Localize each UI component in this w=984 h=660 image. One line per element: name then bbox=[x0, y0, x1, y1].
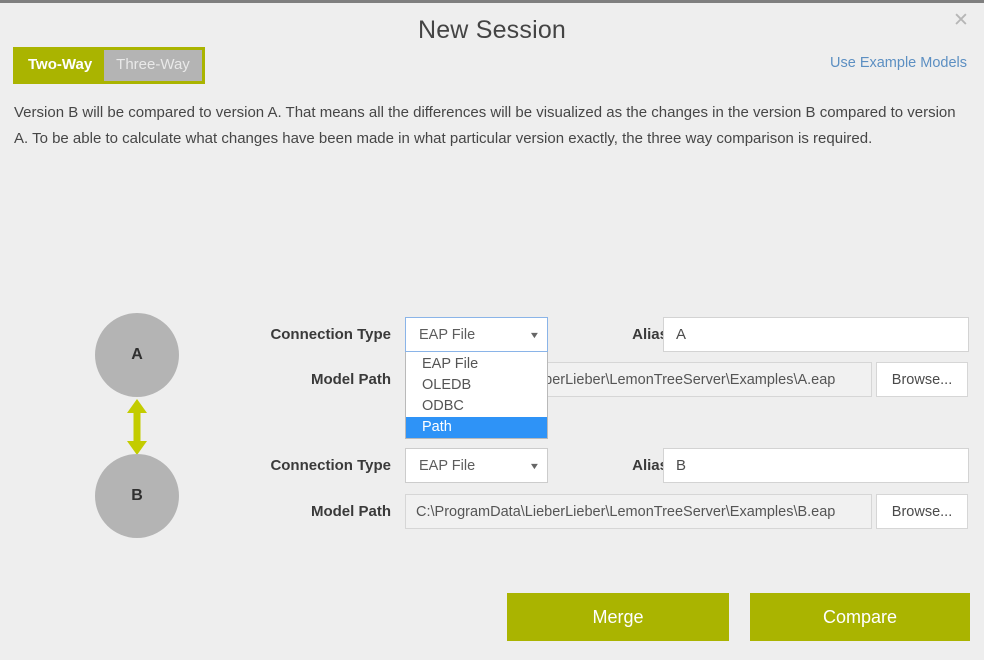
connection-type-dropdown-list[interactable]: EAP File OLEDB ODBC Path bbox=[405, 352, 548, 439]
browse-button-a[interactable]: Browse... bbox=[876, 362, 968, 397]
label-model-path-b: Model Path bbox=[310, 503, 391, 520]
description-text: Version B will be compared to version A.… bbox=[14, 104, 956, 147]
label-connection-type-a: Connection Type bbox=[270, 326, 391, 343]
compare-button[interactable]: Compare bbox=[750, 593, 970, 641]
alias-input-b[interactable] bbox=[663, 448, 969, 483]
connection-type-select-a-value: EAP File bbox=[419, 326, 476, 343]
connection-type-select-b[interactable]: EAP File ▼ bbox=[405, 448, 548, 483]
dropdown-option-path[interactable]: Path bbox=[406, 417, 547, 438]
model-path-input-b[interactable] bbox=[405, 494, 872, 529]
dropdown-option-oledb[interactable]: OLEDB bbox=[406, 375, 547, 396]
merge-button[interactable]: Merge bbox=[507, 593, 729, 641]
chevron-down-icon: ▼ bbox=[528, 460, 541, 471]
version-relationship-graphic: A B bbox=[95, 313, 181, 543]
chevron-down-icon: ▼ bbox=[528, 329, 541, 340]
connection-type-select-a[interactable]: EAP File ▼ bbox=[405, 317, 548, 352]
version-a-node: A bbox=[95, 313, 179, 397]
connection-type-select-b-value: EAP File bbox=[419, 457, 476, 474]
window-top-border bbox=[0, 0, 984, 3]
label-model-path-a: Model Path bbox=[310, 371, 391, 388]
mode-tab-group: Two-Way Three-Way bbox=[13, 47, 205, 84]
label-alias-a: Alias bbox=[632, 326, 668, 343]
dropdown-option-eap-file[interactable]: EAP File bbox=[406, 354, 547, 375]
label-alias-b: Alias bbox=[632, 457, 668, 474]
tab-three-way[interactable]: Three-Way bbox=[104, 50, 202, 81]
dropdown-option-odbc[interactable]: ODBC bbox=[406, 396, 547, 417]
two-way-arrow-icon bbox=[127, 399, 147, 455]
browse-button-b[interactable]: Browse... bbox=[876, 494, 968, 529]
label-connection-type-b: Connection Type bbox=[270, 457, 391, 474]
close-icon[interactable]: ✕ bbox=[948, 8, 974, 34]
page-title: New Session bbox=[417, 16, 567, 44]
alias-input-a[interactable] bbox=[663, 317, 969, 352]
use-example-models-link[interactable]: Use Example Models bbox=[830, 55, 967, 71]
version-b-node: B bbox=[95, 454, 179, 538]
tab-two-way[interactable]: Two-Way bbox=[16, 50, 104, 81]
